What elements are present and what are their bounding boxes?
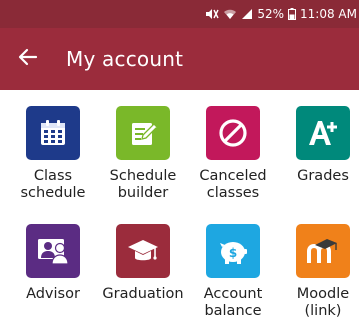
tile-account-balance[interactable]: $ Account balance [187, 224, 279, 320]
tile-grades[interactable]: Grades [277, 106, 359, 185]
wifi-icon [223, 8, 237, 20]
tile-schedule-builder[interactable]: Schedule builder [97, 106, 189, 202]
tile-label: Advisor [26, 286, 80, 302]
mute-icon [205, 8, 219, 20]
edit-note-icon [116, 106, 170, 160]
tile-label: Schedule builder [109, 168, 177, 201]
calendar-icon [26, 106, 80, 160]
tile-label: Class schedule [20, 168, 86, 201]
tile-canceled-classes[interactable]: Canceled classes [187, 106, 279, 202]
battery-icon [288, 8, 297, 20]
back-button[interactable] [0, 28, 56, 90]
tile-label: Grades [297, 168, 349, 184]
battery-percent: 52% [257, 7, 285, 21]
graduation-cap-icon [116, 224, 170, 278]
grade-a-plus-icon [296, 106, 350, 160]
cancel-icon [206, 106, 260, 160]
tile-label: Moodle (link) [296, 286, 350, 319]
app-bar: My account [0, 28, 359, 90]
tile-label: Graduation [102, 286, 184, 302]
page-title: My account [66, 47, 184, 71]
svg-text:$: $ [229, 246, 237, 260]
tile-class-schedule[interactable]: Class schedule [7, 106, 99, 202]
tile-moodle-link[interactable]: Moodle (link) [277, 224, 359, 320]
tile-advisor[interactable]: Advisor [7, 224, 99, 303]
tile-label: Account balance [203, 286, 263, 319]
piggy-bank-icon: $ [206, 224, 260, 278]
status-bar: 52% 11:08 AM [0, 0, 359, 28]
advisor-icon [26, 224, 80, 278]
clock: 11:08 AM [300, 7, 357, 21]
back-arrow-icon [18, 47, 38, 71]
moodle-icon [296, 224, 350, 278]
signal-icon [241, 8, 253, 20]
tile-label: Canceled classes [199, 168, 267, 201]
tile-graduation[interactable]: Graduation [97, 224, 189, 303]
